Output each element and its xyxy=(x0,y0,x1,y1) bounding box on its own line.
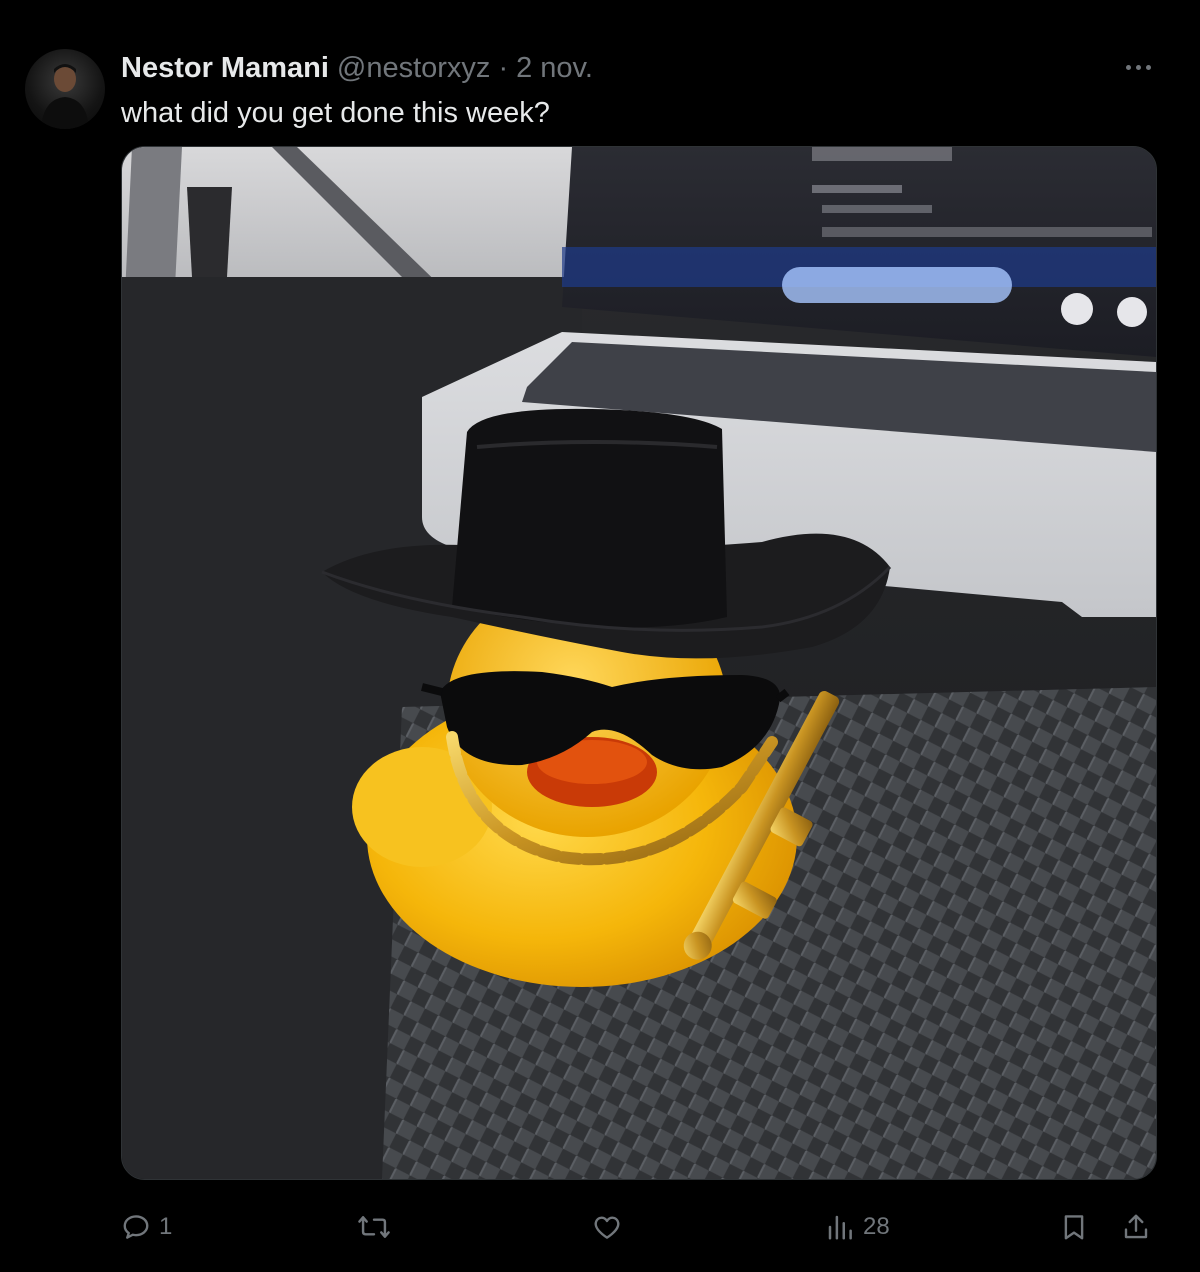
more-dot-icon xyxy=(1145,64,1151,70)
more-options-button[interactable] xyxy=(1118,52,1158,82)
repost-button[interactable] xyxy=(357,1202,391,1252)
share-button[interactable] xyxy=(1121,1202,1151,1252)
more-dot-icon xyxy=(1135,64,1141,70)
tweet-image[interactable] xyxy=(121,146,1157,1180)
repost-icon xyxy=(358,1216,390,1238)
share-icon xyxy=(1124,1214,1148,1239)
views-chart-icon xyxy=(828,1215,852,1240)
more-dot-icon xyxy=(1125,64,1131,70)
heart-icon xyxy=(594,1216,620,1239)
header-separator: · xyxy=(498,52,509,84)
reply-count: 1 xyxy=(159,1213,173,1240)
rubber-duck-photo xyxy=(122,147,1156,1179)
tweet-post[interactable]: Nestor Mamani @nestorxyz · 2 nov. what d… xyxy=(0,12,1200,1272)
views-count: 28 xyxy=(863,1213,890,1240)
bookmark-icon xyxy=(1064,1215,1084,1240)
author-handle[interactable]: @nestorxyz xyxy=(337,52,491,85)
like-button[interactable] xyxy=(591,1202,623,1252)
tweet-text: what did you get done this week? xyxy=(121,97,550,129)
action-bar: 1 28 xyxy=(121,1202,1161,1252)
reply-button[interactable]: 1 xyxy=(121,1202,172,1252)
post-header: Nestor Mamani @nestorxyz · 2 nov. xyxy=(121,52,593,88)
author-name[interactable]: Nestor Mamani xyxy=(121,52,329,85)
bookmark-button[interactable] xyxy=(1059,1202,1089,1252)
views-button[interactable]: 28 xyxy=(825,1202,890,1252)
reply-icon xyxy=(123,1215,149,1239)
post-date[interactable]: 2 nov. xyxy=(516,52,593,85)
avatar[interactable] xyxy=(25,49,105,129)
